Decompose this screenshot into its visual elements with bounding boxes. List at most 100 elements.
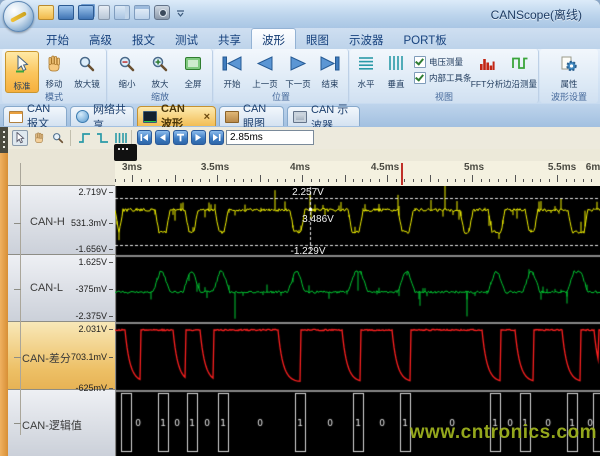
select-tool-button[interactable] <box>12 130 28 146</box>
doc-tab-can-eye-diagram[interactable]: CAN 眼图 <box>219 106 284 126</box>
ruler-tick <box>515 175 516 182</box>
splitter-grip[interactable] <box>0 127 8 153</box>
ruler-tick <box>328 179 329 182</box>
group-label-view: 视图 <box>350 92 538 103</box>
candiff-label[interactable]: CAN-差分 <box>22 350 71 366</box>
ruler-tick <box>481 179 482 182</box>
canscope-window: CANScope(离线) 开始 高级 报文 测试 共享 波形 眼图 示波器 PO… <box>0 0 600 456</box>
vertical-lines-icon <box>387 55 405 71</box>
falling-edge-button[interactable] <box>94 130 110 146</box>
app-logo-icon[interactable] <box>3 1 34 32</box>
time-position-input[interactable] <box>226 130 314 145</box>
waveform-icon <box>143 111 157 123</box>
go-start-button[interactable]: 开始 <box>216 52 248 90</box>
cursor-voltage-delta: 3.486V <box>283 214 353 225</box>
ruler-tick <box>209 179 210 182</box>
save-icon[interactable] <box>58 5 74 20</box>
voltage-measure-checkbox[interactable]: 电压测量 <box>414 56 472 68</box>
fft-analysis-button[interactable]: FFT分析 <box>472 52 502 90</box>
canl-top-value: 1.625V <box>78 257 113 267</box>
ruler-tick <box>132 175 133 182</box>
ruler-tick <box>362 179 363 182</box>
candiff-top-value: 2.031V <box>78 324 113 334</box>
grip-dots-icon <box>3 131 5 149</box>
ruler-tick <box>566 179 567 182</box>
rising-edge-button[interactable] <box>76 130 92 146</box>
ribbon-tab-test[interactable]: 测试 <box>165 28 208 49</box>
magnifier-icon <box>78 55 96 73</box>
window-icon[interactable] <box>134 5 150 20</box>
save-as-icon[interactable] <box>78 5 94 20</box>
zoom-tool-button[interactable] <box>50 130 66 146</box>
close-tab-icon[interactable]: × <box>204 111 210 123</box>
internal-toolbar-checkbox[interactable]: 内部工具条 <box>414 72 472 84</box>
zoom-in-button[interactable]: 放大 <box>144 52 176 90</box>
doc-tab-can-message[interactable]: CAN 报文 <box>3 106 67 126</box>
ruler-label: 5.5ms <box>548 162 576 173</box>
eye-diagram-icon <box>225 111 239 123</box>
collapsed-toolbar-handle[interactable] <box>114 144 137 161</box>
ruler-tick <box>319 179 320 182</box>
doc-tab-can-oscilloscope[interactable]: CAN 示波器 <box>287 106 360 126</box>
canh-bottom-value: -1.656V <box>75 244 113 254</box>
edge-measure-button[interactable]: 边沿测量 <box>504 52 536 90</box>
waveform-canvas[interactable] <box>115 186 600 456</box>
horizontal-lines-button[interactable]: 水平 <box>352 52 380 90</box>
ruler-tick <box>387 175 388 182</box>
full-screen-button[interactable]: 全屏 <box>177 52 209 90</box>
ruler-tick <box>158 179 159 182</box>
canh-label[interactable]: CAN-H <box>30 216 65 228</box>
message-table-icon <box>9 111 23 123</box>
ruler-tick <box>294 179 295 182</box>
doc-tab-can-waveform[interactable]: CAN 波形 × <box>137 106 216 126</box>
ribbon-tab-oscilloscope[interactable]: 示波器 <box>339 28 394 49</box>
ribbon-tab-waveform[interactable]: 波形 <box>251 28 296 49</box>
open-file-icon[interactable] <box>38 5 54 20</box>
properties-button[interactable]: 属性 <box>551 52 587 90</box>
next-icon <box>194 133 203 142</box>
channel-tree-stub <box>14 423 21 424</box>
last-page-icon <box>318 55 342 72</box>
time-ruler[interactable]: 3ms3.5ms4ms4.5ms5ms5.5ms6m <box>115 161 600 187</box>
watermark: www.cntronics.com <box>410 422 597 444</box>
ribbon-tab-start[interactable]: 开始 <box>36 28 79 49</box>
window-title: CANScope(离线) <box>491 6 582 23</box>
canlogic-label[interactable]: CAN-逻辑值 <box>22 417 82 433</box>
nav-last-button[interactable] <box>209 130 224 145</box>
doc-tab-network-share[interactable]: 网络共享 <box>70 106 134 126</box>
export-icon[interactable] <box>98 5 110 20</box>
nav-first-button[interactable] <box>137 130 152 145</box>
screenshot-icon[interactable] <box>154 5 170 20</box>
vertical-lines-button[interactable]: 垂直 <box>382 52 410 90</box>
standard-mode-button[interactable]: 标准 <box>5 51 39 93</box>
tile-windows-icon[interactable] <box>114 5 130 20</box>
ribbon-tab-message[interactable]: 报文 <box>122 28 165 49</box>
ribbon-group-view: 水平 垂直 电压测量 内部工具条 <box>350 49 539 103</box>
canh-mid-value: 531.3mV <box>71 218 113 228</box>
ribbon-tab-port-board[interactable]: PORT板 <box>394 28 457 49</box>
quick-access-dropdown-icon[interactable] <box>174 6 186 19</box>
time-cursor[interactable] <box>401 163 403 185</box>
ribbon-tab-share[interactable]: 共享 <box>208 28 251 49</box>
left-splitter-strip[interactable] <box>0 127 8 456</box>
quick-access-toolbar <box>38 4 186 20</box>
ribbon-tab-eye-diagram[interactable]: 眼图 <box>296 28 339 49</box>
prev-page-button[interactable]: 上一页 <box>249 52 281 90</box>
ruler-tick <box>464 179 465 182</box>
pan-tool-button[interactable] <box>31 130 47 146</box>
next-page-button[interactable]: 下一页 <box>282 52 314 90</box>
nav-prev-button[interactable] <box>155 130 170 145</box>
go-end-button[interactable]: 结束 <box>314 52 346 90</box>
nav-next-button[interactable] <box>191 130 206 145</box>
ribbon-tab-advanced[interactable]: 高级 <box>79 28 122 49</box>
canl-mid-value: -375mV <box>75 284 113 294</box>
ruler-tick <box>115 179 116 182</box>
magnifier-mode-button[interactable]: 放大镜 <box>71 52 103 90</box>
move-mode-button[interactable]: 移动 <box>38 52 70 90</box>
ruler-tick <box>183 179 184 182</box>
canl-label[interactable]: CAN-L <box>30 282 63 294</box>
canh-top-value: 2.719V <box>78 187 113 197</box>
canl-bottom-value: -2.375V <box>75 311 113 321</box>
nav-trigger-button[interactable] <box>173 130 188 145</box>
zoom-out-button[interactable]: 缩小 <box>111 52 143 90</box>
